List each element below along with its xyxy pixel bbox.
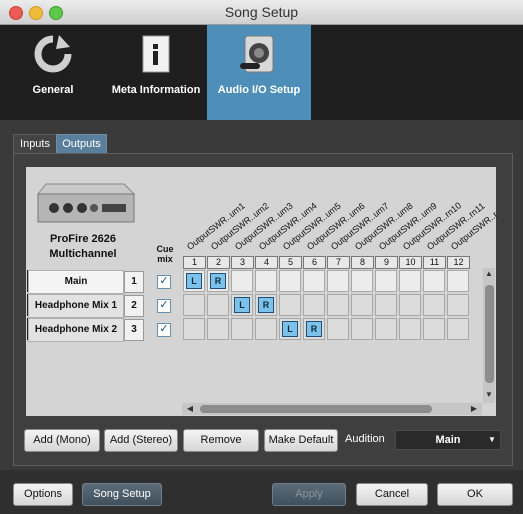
window-title: Song Setup: [224, 4, 299, 20]
routing-cell[interactable]: [375, 318, 397, 340]
scroll-down-arrow-icon[interactable]: ▼: [483, 390, 495, 399]
routing-cell[interactable]: [447, 294, 469, 316]
audition-label: Audition: [345, 433, 385, 445]
scroll-right-arrow-icon[interactable]: ▶: [468, 404, 480, 413]
routing-cell[interactable]: [351, 270, 373, 292]
cue-mix-label-2: mix: [157, 254, 173, 264]
general-tab-button[interactable]: General: [20, 25, 86, 120]
routing-cell[interactable]: [303, 294, 325, 316]
routing-cell[interactable]: [351, 294, 373, 316]
remove-button[interactable]: Remove: [183, 429, 259, 452]
routing-cell[interactable]: [303, 270, 325, 292]
add-mono-button[interactable]: Add (Mono): [24, 429, 100, 452]
column-number: 9: [375, 256, 398, 269]
routing-cell[interactable]: [447, 318, 469, 340]
column-number: 7: [327, 256, 350, 269]
device-name-line1: ProFire 2626: [49, 233, 117, 245]
scroll-left-arrow-icon[interactable]: ◀: [184, 404, 196, 413]
column-number: 3: [231, 256, 254, 269]
title-bar: Song Setup: [0, 0, 523, 25]
horizontal-scroll-thumb[interactable]: [200, 405, 432, 413]
column-number: 8: [351, 256, 374, 269]
settings-toolbar: General Meta Information Audio I/O Setup: [0, 25, 523, 120]
routing-cell[interactable]: [255, 270, 277, 292]
column-number: 6: [303, 256, 326, 269]
routing-cell[interactable]: [351, 318, 373, 340]
routing-cell[interactable]: [279, 294, 301, 316]
column-number: 10: [399, 256, 422, 269]
song-setup-button[interactable]: Song Setup: [82, 483, 162, 506]
add-stereo-button[interactable]: Add (Stereo): [104, 429, 178, 452]
make-default-button[interactable]: Make Default: [264, 429, 338, 452]
output-row-label[interactable]: Headphone Mix 2: [28, 318, 124, 342]
routing-cell[interactable]: [375, 270, 397, 292]
routing-cell[interactable]: [183, 318, 205, 340]
routing-cell[interactable]: [207, 294, 229, 316]
routing-cell[interactable]: [231, 318, 253, 340]
column-number: 12: [447, 256, 470, 269]
right-channel-pill[interactable]: R: [210, 273, 226, 289]
routing-cell[interactable]: [231, 270, 253, 292]
speaker-icon: [240, 35, 274, 73]
column-number: 11: [423, 256, 446, 269]
audio-io-setup-tab-button[interactable]: Audio I/O Setup: [207, 25, 311, 120]
tab-outputs[interactable]: Outputs: [56, 134, 107, 153]
cue-mix-checkbox[interactable]: ✓: [157, 275, 171, 289]
right-channel-pill[interactable]: R: [258, 297, 274, 313]
routing-cell[interactable]: [423, 270, 445, 292]
routing-cell[interactable]: [279, 270, 301, 292]
column-number: 1: [183, 256, 206, 269]
routing-cell[interactable]: [399, 294, 421, 316]
song-setup-window: Song Setup General Meta Information Audi…: [0, 0, 523, 514]
chevron-down-icon[interactable]: ▼: [488, 435, 496, 444]
column-number: 5: [279, 256, 302, 269]
tab-inputs[interactable]: Inputs: [13, 134, 57, 153]
document-info-icon: [142, 35, 170, 73]
column-number: 2: [207, 256, 230, 269]
routing-cell[interactable]: [375, 294, 397, 316]
cue-mix-checkbox[interactable]: ✓: [157, 323, 171, 337]
meta-information-tab-button[interactable]: Meta Information: [108, 25, 204, 120]
device-name-line2: Multichannel: [49, 248, 117, 260]
left-channel-pill[interactable]: L: [186, 273, 202, 289]
left-channel-pill[interactable]: L: [282, 321, 298, 337]
output-row-number: 3: [124, 319, 144, 341]
routing-cell[interactable]: [423, 318, 445, 340]
routing-cell[interactable]: [327, 318, 349, 340]
audio-io-setup-label: Audio I/O Setup: [217, 84, 301, 96]
routing-cell[interactable]: [327, 294, 349, 316]
general-label: General: [32, 84, 74, 96]
cancel-button[interactable]: Cancel: [356, 483, 428, 506]
meta-information-label: Meta Information: [111, 84, 201, 96]
apply-button[interactable]: Apply: [272, 483, 346, 506]
routing-cell[interactable]: [183, 294, 205, 316]
right-channel-pill[interactable]: R: [306, 321, 322, 337]
cue-mix-label-1: Cue: [156, 244, 174, 254]
output-row-label[interactable]: Main: [28, 270, 124, 294]
options-button[interactable]: Options: [13, 483, 73, 506]
routing-cell[interactable]: [327, 270, 349, 292]
routing-cell[interactable]: [447, 270, 469, 292]
audition-select[interactable]: Main: [395, 430, 501, 450]
routing-cell[interactable]: [207, 318, 229, 340]
cue-mix-checkbox[interactable]: ✓: [157, 299, 171, 313]
output-row-number: 2: [124, 295, 144, 317]
left-channel-pill[interactable]: L: [234, 297, 250, 313]
output-row-number: 1: [124, 271, 144, 293]
refresh-icon: [34, 34, 73, 73]
routing-cell[interactable]: [399, 318, 421, 340]
ok-button[interactable]: OK: [437, 483, 513, 506]
device-name: ProFire 2626 Multichannel: [28, 232, 138, 262]
routing-cell[interactable]: [423, 294, 445, 316]
routing-cell[interactable]: [399, 270, 421, 292]
cue-mix-header: Cue mix: [152, 244, 178, 264]
output-row-label[interactable]: Headphone Mix 1: [28, 294, 124, 318]
audio-interface-image: [36, 183, 136, 223]
routing-cell[interactable]: [255, 318, 277, 340]
vertical-scroll-thumb[interactable]: [485, 285, 494, 383]
scroll-up-arrow-icon[interactable]: ▲: [483, 269, 495, 278]
column-number: 4: [255, 256, 278, 269]
